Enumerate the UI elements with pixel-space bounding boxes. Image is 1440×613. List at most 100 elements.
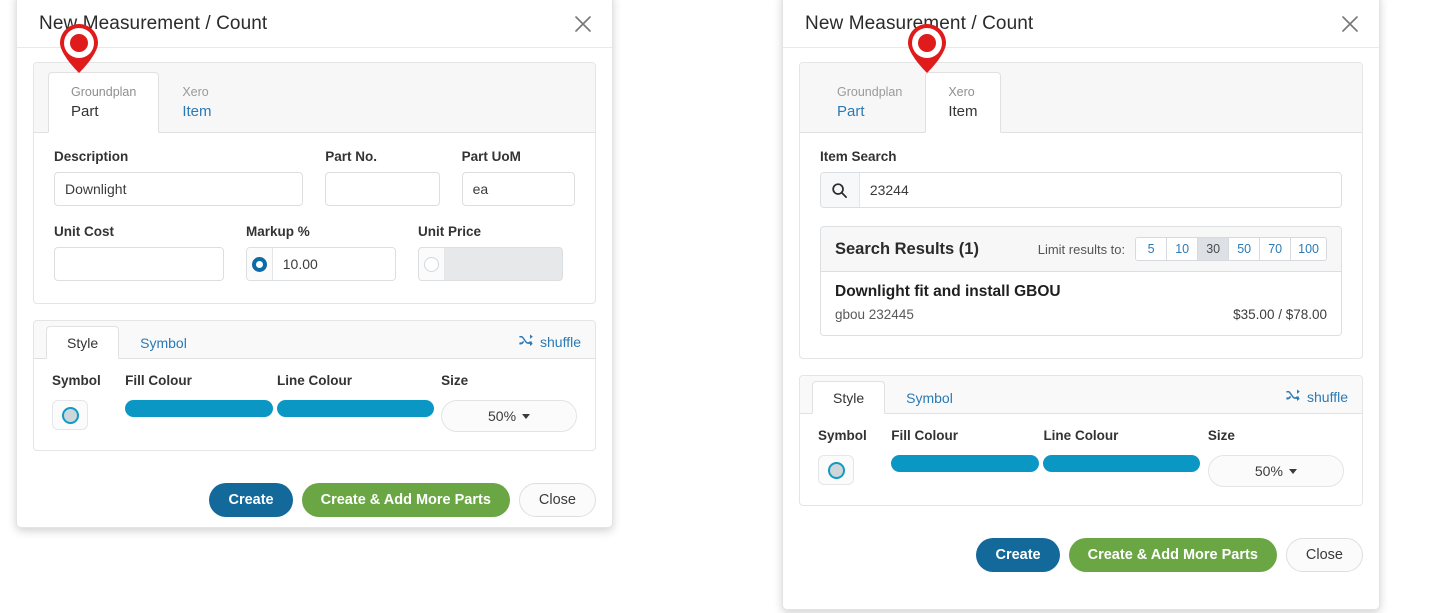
tab-xero-item[interactable]: Xero Item [925,72,1001,133]
item-panel: Groundplan Part Xero Item Item Search 23… [799,62,1363,359]
part-no-input[interactable] [325,172,440,206]
search-result-item[interactable]: Downlight fit and install GBOU gbou 2324… [821,272,1341,335]
create-button[interactable]: Create [976,538,1060,572]
symbol-picker-button[interactable] [52,400,88,430]
chevron-down-icon [1288,468,1297,474]
tab-symbol[interactable]: Symbol [885,381,974,414]
line-colour-swatch[interactable] [277,400,434,417]
fill-colour-swatch[interactable] [125,400,274,417]
markup-group [246,247,396,281]
style-size-label: Size [1207,428,1235,443]
style-symbol-group: Symbol [818,428,891,487]
field-part-uom: Part UoM [461,149,575,206]
dialog-header: New Measurement / Count [783,0,1379,48]
unit-price-input[interactable] [444,248,562,280]
fill-colour-swatch[interactable] [891,455,1040,472]
unit-cost-label: Unit Cost [54,224,114,239]
search-result-price: $35.00 / $78.00 [1233,307,1327,322]
style-tabbar: Style Symbol shuffle [34,321,595,359]
style-symbol-group: Symbol [52,373,125,432]
form-row-1: Description Part No. Part UoM [54,149,575,206]
symbol-picker-button[interactable] [818,455,854,485]
markup-radio[interactable] [247,248,273,280]
markup-input[interactable] [272,248,395,280]
tab-style[interactable]: Style [46,326,120,359]
limit-option-5[interactable]: 5 [1136,238,1168,260]
page-title: New Measurement / Count [39,13,268,34]
style-size-group: Size 50% [1207,428,1345,487]
limit-results-label: Limit results to: [1037,241,1126,257]
dialog-footer: Create Create & Add More Parts Close [783,522,1379,590]
shuffle-label: shuffle [540,334,581,350]
style-fill-group: Fill Colour [891,428,1043,487]
new-measurement-count-dialog-part: New Measurement / Count Groundplan Part … [16,0,613,528]
style-fill-group: Fill Colour [125,373,277,432]
size-dropdown[interactable]: 50% [441,400,577,432]
limit-option-70[interactable]: 70 [1260,238,1292,260]
shuffle-button[interactable]: shuffle [518,333,581,351]
close-icon[interactable] [572,13,594,35]
style-tabbar: Style Symbol shuffle [800,376,1362,414]
style-line-label: Line Colour [277,373,352,388]
field-markup: Markup % [246,224,396,281]
field-description: Description [54,149,304,206]
close-button[interactable]: Close [518,483,596,517]
search-results-header: Search Results (1) Limit results to: 5 1… [821,227,1341,272]
create-button[interactable]: Create [209,483,293,517]
field-part-no: Part No. [325,149,440,206]
style-size-group: Size 50% [441,373,577,432]
dialog-body: Groundplan Part Xero Item Item Search 23… [783,48,1379,522]
circle-ring-icon [61,406,79,424]
style-line-label: Line Colour [1043,428,1119,443]
style-symbol-label: Symbol [818,428,867,443]
size-dropdown[interactable]: 50% [1207,455,1345,487]
tab-xero-item[interactable]: Xero Item [159,72,234,133]
close-button[interactable]: Close [1285,538,1363,572]
limit-option-30[interactable]: 30 [1198,238,1230,260]
tab-groundplan-part-label: Part [71,103,99,121]
screenshot-stage: New Measurement / Count Groundplan Part … [0,0,1440,613]
create-add-more-parts-button[interactable]: Create & Add More Parts [1068,538,1277,572]
tab-groundplan-part[interactable]: Groundplan Part [48,72,160,133]
part-panel: Groundplan Part Xero Item Description Do… [33,62,596,304]
close-icon[interactable] [1339,13,1361,35]
search-icon[interactable] [821,173,860,207]
page-title: New Measurement / Count [805,13,1034,34]
shuffle-button[interactable]: shuffle [1285,388,1348,406]
tab-groundplan-part[interactable]: Groundplan Part [814,72,925,133]
description-input[interactable] [54,172,304,206]
dialog-header: New Measurement / Count [17,0,612,48]
limit-option-100[interactable]: 100 [1291,238,1326,260]
tab-xero-item-label: Item [182,103,212,121]
tab-symbol[interactable]: Symbol [119,326,208,359]
search-results-title: Search Results (1) [835,239,979,258]
part-uom-input[interactable] [461,172,575,206]
line-colour-swatch[interactable] [1043,455,1201,472]
tab-groundplan-part-sup: Groundplan [837,85,903,100]
search-result-meta: gbou 232445 $35.00 / $78.00 [835,307,1327,322]
circle-ring-icon [827,461,845,479]
item-search-section: Item Search Search Results (1) Limit res… [800,133,1362,358]
part-no-label: Part No. [325,149,378,164]
unit-price-radio[interactable] [419,248,445,280]
tab-xero-item-sup: Xero [182,85,209,100]
dialog-footer: Create Create & Add More Parts Close [17,467,612,535]
limit-option-50[interactable]: 50 [1229,238,1261,260]
unit-price-label: Unit Price [418,224,482,239]
search-input[interactable] [859,173,1341,207]
search-result-code: gbou 232445 [835,307,914,322]
limit-option-10[interactable]: 10 [1167,238,1199,260]
size-value: 50% [488,408,517,424]
style-size-label: Size [441,373,469,388]
style-panel: Style Symbol shuffle Symbol Fill Colour … [799,375,1363,506]
limit-results-control: Limit results to: 5 10 30 50 70 100 [1038,237,1327,261]
search-results-panel: Search Results (1) Limit results to: 5 1… [820,226,1342,336]
style-fill-label: Fill Colour [125,373,192,388]
unit-cost-input[interactable] [54,247,224,281]
style-panel: Style Symbol shuffle Symbol Fill Colour … [33,320,596,451]
shuffle-icon [1285,388,1300,406]
tab-style[interactable]: Style [812,381,886,414]
field-unit-price: Unit Price [418,224,563,281]
create-add-more-parts-button[interactable]: Create & Add More Parts [301,483,510,517]
description-label: Description [54,149,129,164]
